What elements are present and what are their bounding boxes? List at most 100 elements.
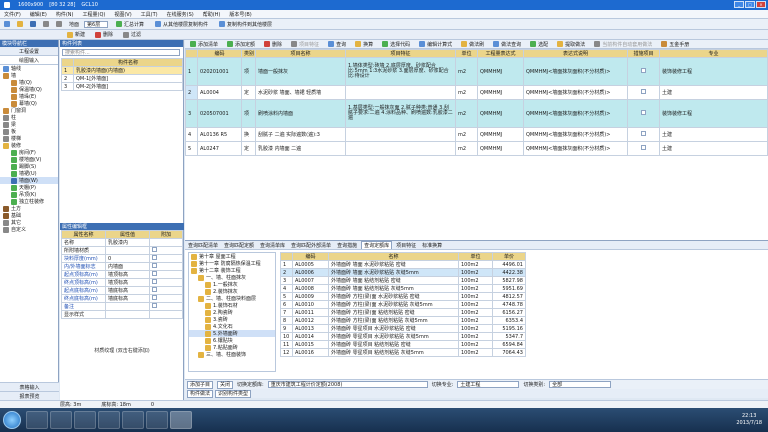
floor-select[interactable]: 第6层 [84, 20, 109, 28]
drawing-input-tab[interactable]: 绘图输入 [0, 56, 58, 65]
nav-tree-item[interactable]: 墙面(W) [0, 177, 58, 184]
chapter-tree-item[interactable]: 7.粘贴面砖 [189, 344, 275, 351]
taskbar-app-icon[interactable] [122, 411, 144, 429]
taskbar-app-icon[interactable] [146, 411, 168, 429]
method-row[interactable]: 3 020507001 项刷喷涂料内墙面 1.基层类型:一般抹灰面 2.腻子种类:普通… [185, 99, 768, 128]
method-toolbar-button[interactable]: 添加清单 [187, 40, 221, 48]
quota-lib-select[interactable]: 重庆市建筑工程计价定额(2008) [267, 381, 428, 388]
filter-button[interactable]: 过滤 [120, 31, 144, 39]
property-value[interactable] [105, 302, 150, 311]
quota-row[interactable]: 11 AL0015 外墙面砖 零星项目 粘结剂粘贴 密缝 100m2 6594.84 [280, 340, 526, 349]
query-tab[interactable]: 项目特征 [394, 242, 418, 249]
project-settings-tab[interactable]: 工程设置 [0, 47, 58, 56]
nav-tree-item[interactable]: 天棚(P) [0, 184, 58, 191]
new-file-icon[interactable] [4, 21, 10, 27]
measure-item-checkbox[interactable] [641, 68, 646, 73]
measure-item-checkbox[interactable] [641, 131, 646, 136]
nav-tree-item[interactable]: 其它 [0, 219, 58, 226]
property-attach-checkbox[interactable] [152, 271, 157, 276]
method-toolbar-button[interactable]: 做法刷 [458, 40, 487, 48]
redo-icon[interactable] [56, 21, 62, 27]
property-value[interactable]: 墙顶标高 [105, 278, 150, 287]
chapter-tree-item[interactable]: 三、墙、柱面装饰 [189, 351, 275, 358]
quota-row[interactable]: 9 AL0013 外墙面砖 零星项目 水泥砂浆粘贴 密缝 100m2 5195.16 [280, 324, 526, 333]
query-tab[interactable]: 查询清单库 [258, 242, 287, 249]
copy-to-floor-button[interactable]: 复制构件到其他楼层 [216, 20, 275, 28]
delete-component-button[interactable]: 删除 [92, 31, 116, 39]
nav-tree-item[interactable]: 吊顶(K) [0, 191, 58, 198]
report-preview-tab[interactable]: 报表预览 [0, 391, 59, 400]
method-row[interactable]: 2 AL0004 定水泥砂浆 墙面、墙裙 轻质墙 m2 QMMHMJ QMMHMJ<墙面抹… [185, 85, 768, 100]
menu-online[interactable]: 在线服务(S) [167, 11, 194, 18]
add-sub-item-button[interactable]: 添加子目 [187, 380, 214, 389]
identify-type-tab[interactable]: 识别构件类型 [215, 389, 252, 398]
nav-tree-item[interactable]: 轴线 [0, 65, 58, 72]
method-toolbar-button[interactable]: 删除 [261, 40, 285, 48]
summary-calc-button[interactable]: 汇总计算 [113, 20, 147, 28]
property-value[interactable]: 乳胶漆内 [105, 238, 150, 247]
property-attach-checkbox[interactable] [152, 287, 157, 292]
nav-tree-item[interactable]: 柱 [0, 114, 58, 121]
taskbar-app-icon[interactable] [50, 411, 72, 429]
chapter-tree-item[interactable]: 3.瓷砖 [189, 316, 275, 323]
maximize-button[interactable]: □ [745, 1, 755, 8]
quota-row[interactable]: 12 AL0016 外墙面砖 零星项目 粘结剂粘贴 灰缝5mm 100m2 7064.4… [280, 348, 526, 357]
close-button[interactable]: × [756, 1, 766, 8]
spec-select[interactable]: 土建工程 [457, 381, 520, 388]
property-attach-checkbox[interactable] [152, 247, 157, 252]
chapter-tree-item[interactable]: 2.陶瓷砖 [189, 309, 275, 316]
nav-tree-item[interactable]: 房间(F) [0, 149, 58, 156]
start-button[interactable] [3, 411, 21, 429]
menu-view[interactable]: 视图(V) [114, 11, 131, 18]
menu-edit[interactable]: 编辑(E) [30, 11, 47, 18]
chapter-tree-item[interactable]: 4.文化石 [189, 323, 275, 330]
measure-item-checkbox[interactable] [641, 145, 646, 150]
component-method-tab[interactable]: 构件做法 [187, 389, 214, 398]
nav-tree-item[interactable]: 楼梯 [0, 135, 58, 142]
property-attach-checkbox[interactable] [152, 255, 157, 260]
chapter-tree-item[interactable]: 1.一般抹灰 [189, 281, 275, 288]
method-toolbar-button[interactable]: 提取做法 [554, 40, 588, 48]
nav-tree-item[interactable]: 独立柱装修 [0, 198, 58, 205]
property-attach-checkbox[interactable] [152, 263, 157, 268]
component-row[interactable]: 1 乳胶漆内墙面(内墙面) [61, 66, 183, 75]
minimize-button[interactable]: _ [734, 1, 744, 8]
table-input-tab[interactable]: 表格输入 [0, 382, 59, 391]
method-toolbar-button[interactable]: 选配 [527, 40, 551, 48]
menu-quantity[interactable]: 工程量(Q) [83, 11, 106, 18]
quota-row[interactable]: 5 AL0009 外墙面砖 方柱(梁)面 水泥砂浆粘贴 密缝 100m2 4812.57 [280, 292, 526, 301]
menu-tools[interactable]: 工具(T) [141, 11, 158, 18]
method-toolbar-button[interactable]: 添加定额 [224, 40, 258, 48]
query-tab[interactable]: 查询定额库 [361, 241, 393, 249]
menu-file[interactable]: 文件(F) [4, 11, 21, 18]
nav-tree-item[interactable]: 梁 [0, 121, 58, 128]
new-component-button[interactable]: 新建 [64, 31, 88, 39]
taskbar-app-icon[interactable] [74, 411, 96, 429]
nav-tree-item[interactable]: 门窗洞 [0, 107, 58, 114]
measure-item-checkbox[interactable] [641, 89, 646, 94]
nav-tree-item[interactable]: 楼地面(V) [0, 156, 58, 163]
nav-tree-item[interactable]: 板 [0, 128, 58, 135]
nav-tree-item[interactable]: 装修 [0, 142, 58, 149]
nav-tree-item[interactable]: 墙 [0, 72, 58, 79]
component-row[interactable]: 3 QM-2[外墙面] [61, 82, 183, 91]
chapter-tree-item[interactable]: 第十二章 装饰工程 [189, 267, 275, 274]
property-value[interactable]: 内墙面 [105, 262, 150, 271]
method-toolbar-button[interactable]: 项目特征 [288, 40, 322, 48]
chapter-tree-item[interactable]: 5.外墙面砖 [189, 330, 275, 337]
copy-from-floor-button[interactable]: 从其他楼层复制构件 [152, 20, 211, 28]
menu-help[interactable]: 帮助(H) [203, 11, 221, 18]
undo-icon[interactable] [43, 21, 49, 27]
query-tab[interactable]: 查询措施 [335, 242, 359, 249]
method-toolbar-button[interactable]: 当前构件自动套用做法 [591, 40, 655, 48]
property-value[interactable] [105, 246, 150, 255]
method-toolbar-button[interactable]: 选择代码 [379, 40, 413, 48]
nav-tree-item[interactable]: 踢脚(S) [0, 163, 58, 170]
quota-row[interactable]: 8 AL0012 外墙面砖 方柱(梁)面 粘结剂粘贴 灰缝5mm 100m2 6353.… [280, 316, 526, 325]
nav-tree-item[interactable]: 保温墙(Q) [0, 86, 58, 93]
component-search-input[interactable]: 搜索构件... [62, 49, 180, 56]
nav-tree-item[interactable]: 自定义 [0, 226, 58, 233]
method-toolbar-button[interactable]: 编辑计算式 [416, 40, 455, 48]
query-tab[interactable]: 查询匹配定额 [222, 242, 256, 249]
nav-tree-item[interactable]: 幕墙(Q) [0, 100, 58, 107]
